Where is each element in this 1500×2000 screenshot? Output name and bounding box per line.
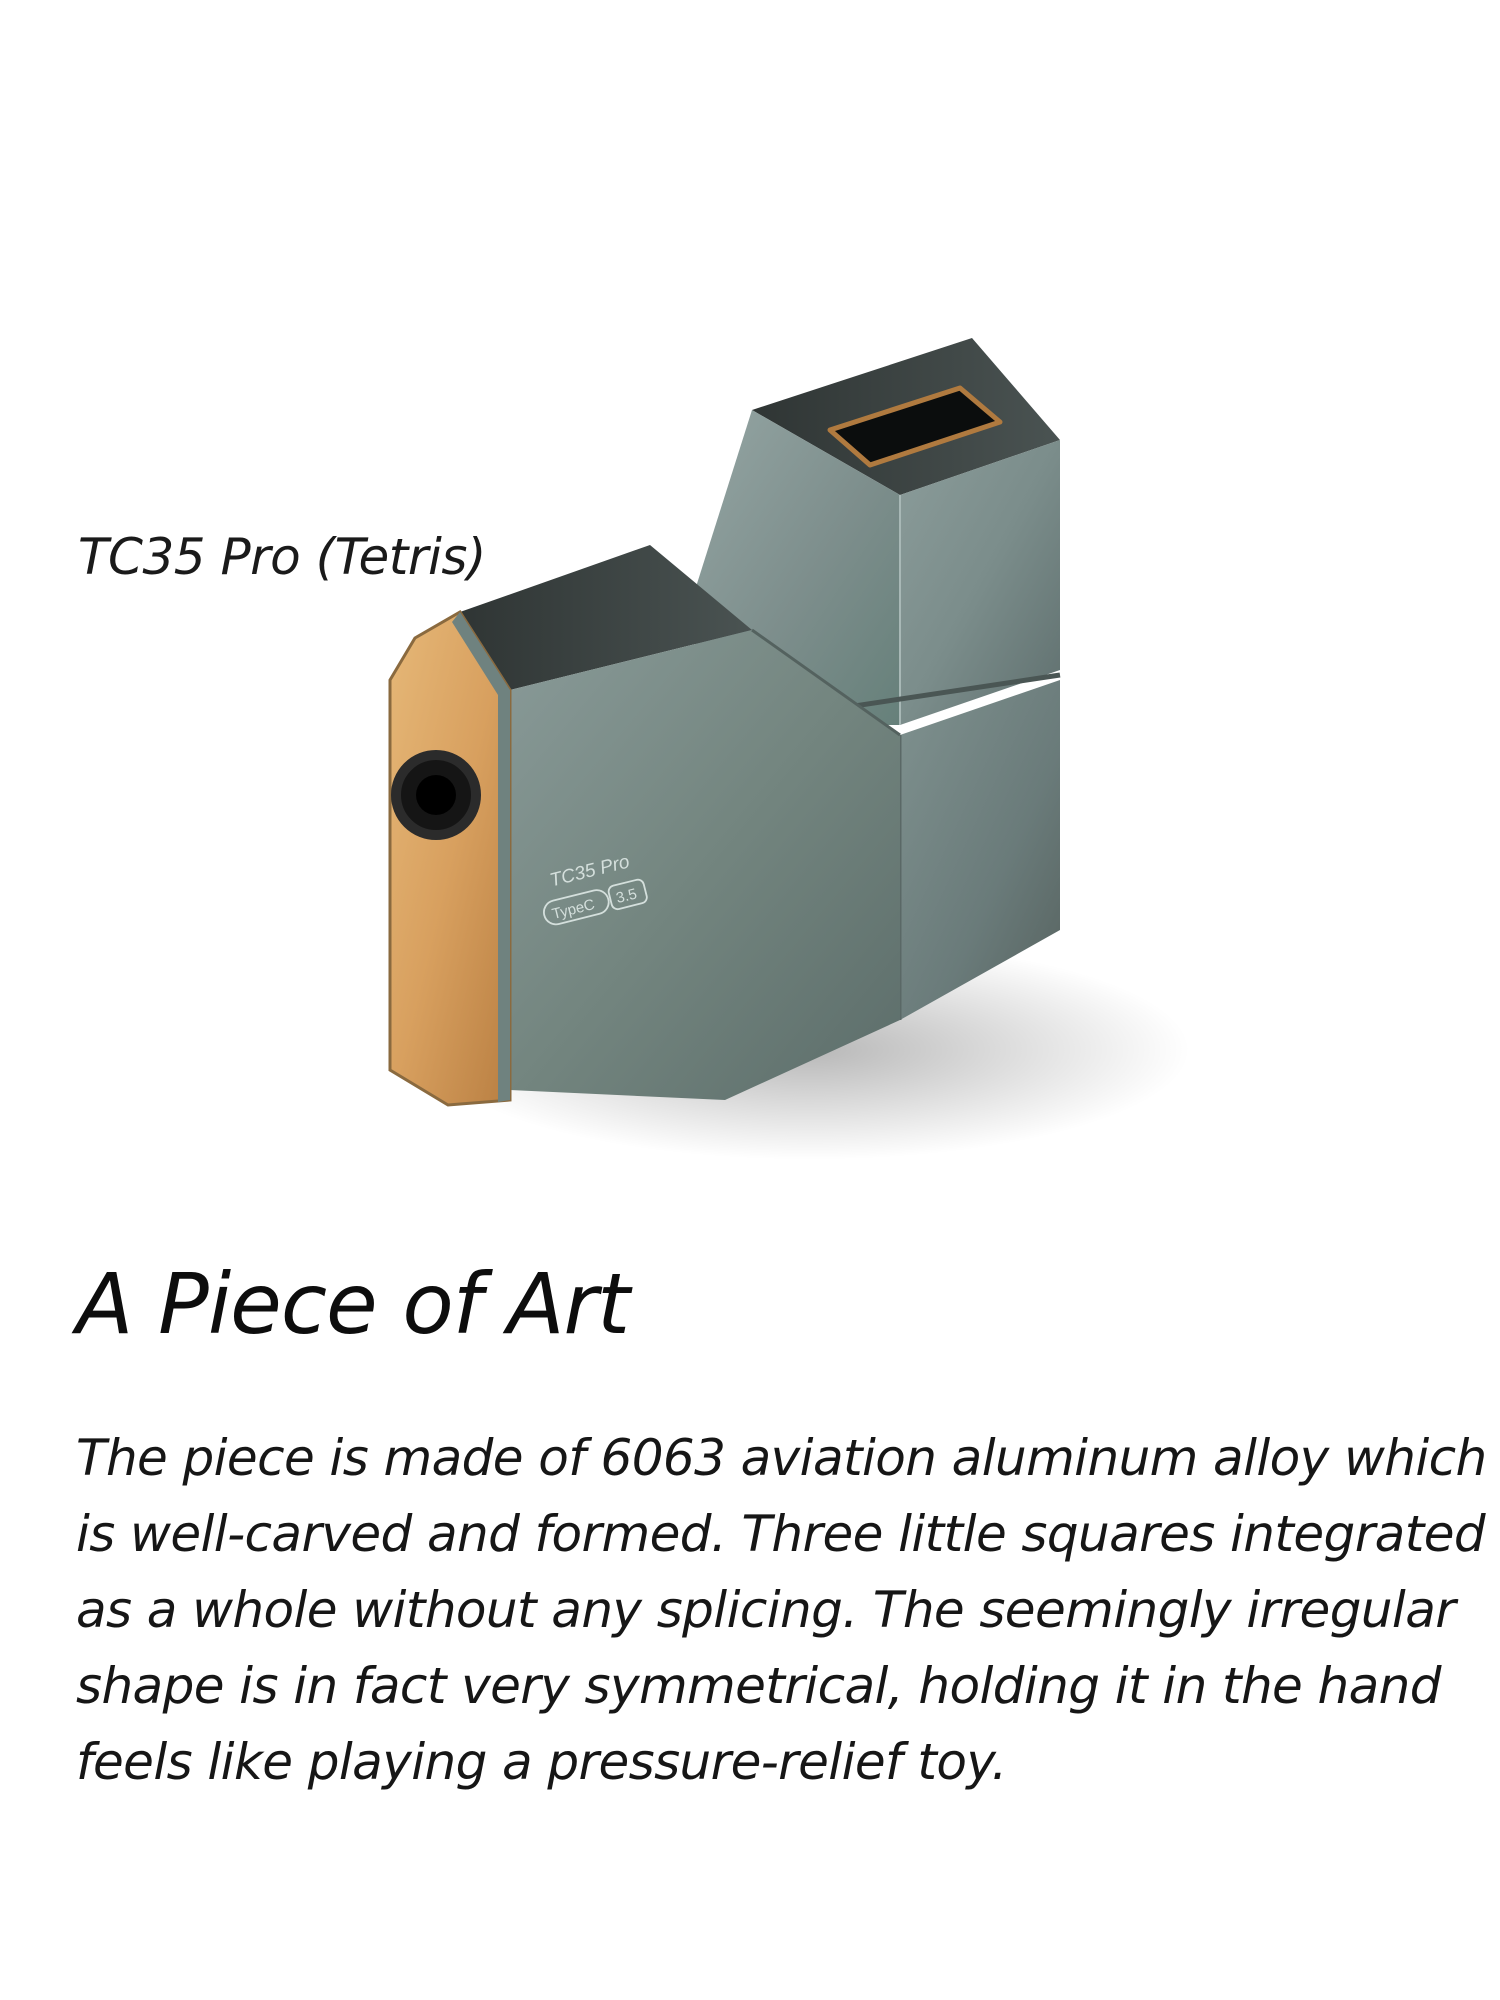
description-line: feels like playing a pressure-relief toy…: [76, 1733, 1007, 1791]
description-line: is well-carved and formed. Three little …: [76, 1505, 1486, 1563]
adapter-product-image: TC35 Pro TypeC 3.5: [388, 338, 1190, 1160]
description-paragraph: The piece is made of 6063 aviation alumi…: [76, 1420, 1487, 1800]
section-headline: A Piece of Art: [76, 1255, 630, 1353]
description-line: as a whole without any splicing. The see…: [76, 1581, 1456, 1639]
gold-face-plate: [388, 609, 512, 1107]
description-line: The piece is made of 6063 aviation alumi…: [76, 1429, 1487, 1487]
description-line: shape is in fact very symmetrical, holdi…: [76, 1657, 1441, 1715]
